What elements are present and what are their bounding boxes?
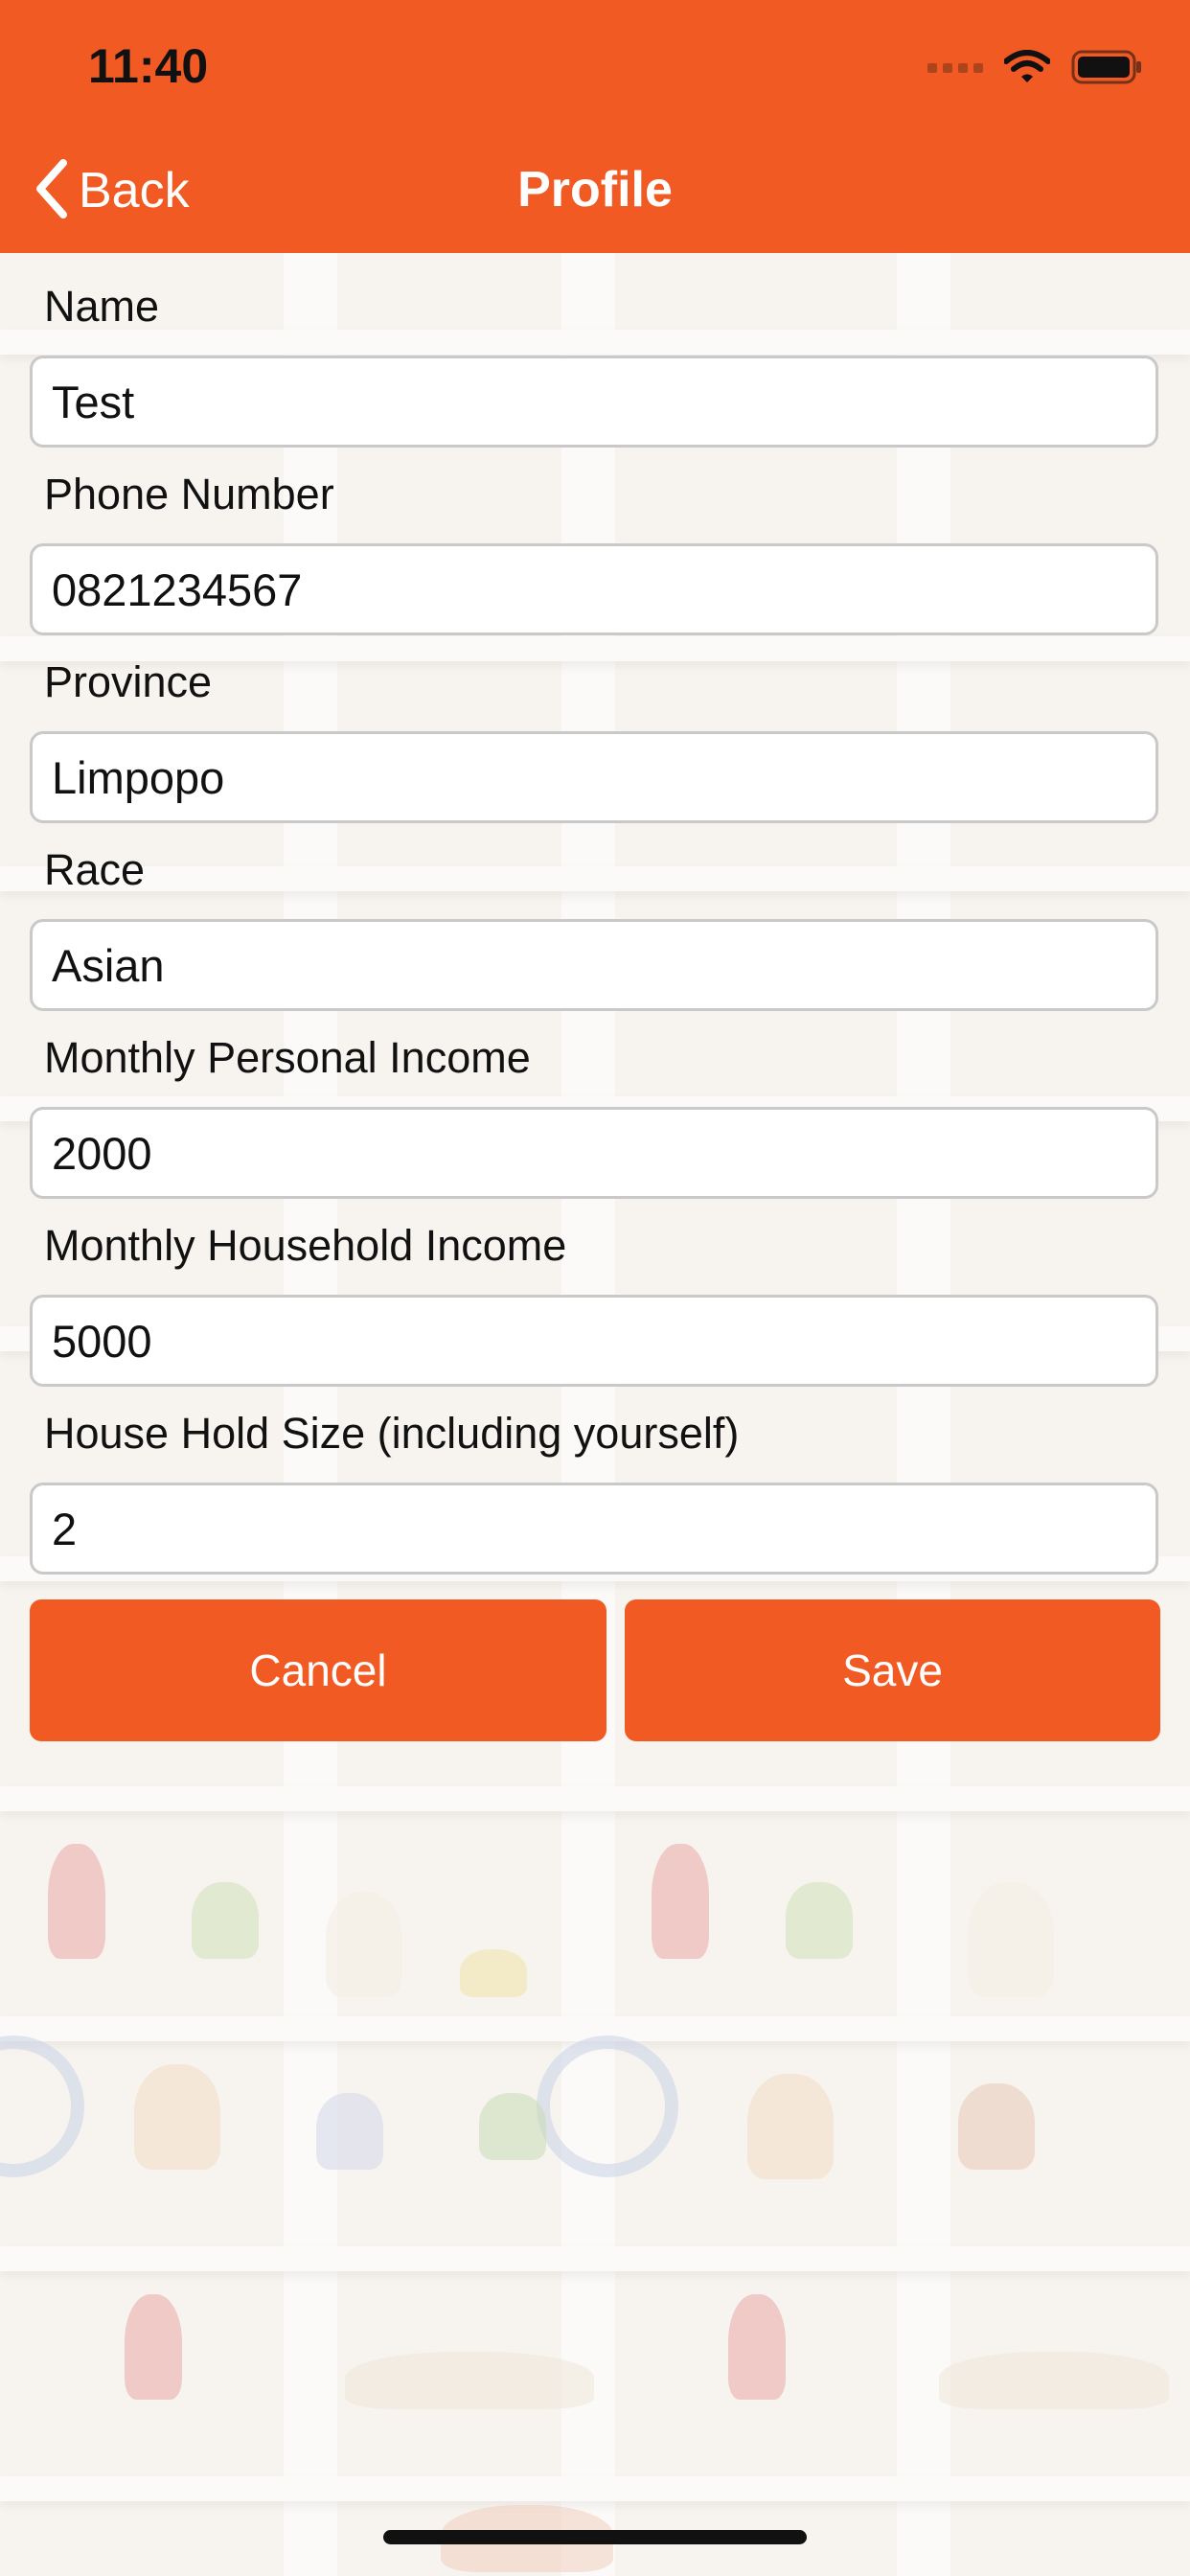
monthly-household-income-field[interactable] [30,1295,1158,1387]
cancel-button[interactable]: Cancel [30,1599,606,1741]
name-label: Name [44,282,160,331]
home-indicator[interactable] [383,2530,807,2544]
province-field[interactable] [30,731,1158,823]
household-size-field[interactable] [30,1483,1158,1575]
monthly-personal-income-label: Monthly Personal Income [44,1033,531,1082]
household-size-label: House Hold Size (including yourself) [44,1409,740,1458]
status-icons [927,49,1142,89]
cellular-signal-icon [927,59,983,80]
race-label: Race [44,845,146,894]
page-title: Profile [517,162,673,218]
monthly-personal-income-field[interactable] [30,1107,1158,1199]
status-time: 11:40 [88,39,209,93]
name-field[interactable] [30,356,1158,448]
navigation-bar: Back Profile [0,126,1190,253]
wifi-icon [1003,49,1051,89]
phone-number-field[interactable] [30,543,1158,635]
phone-number-label: Phone Number [44,470,334,518]
status-bar: 11:40 [0,0,1190,126]
battery-icon [1071,50,1142,89]
race-field[interactable] [30,919,1158,1011]
save-button[interactable]: Save [625,1599,1160,1741]
monthly-household-income-label: Monthly Household Income [44,1221,567,1270]
province-label: Province [44,657,213,706]
